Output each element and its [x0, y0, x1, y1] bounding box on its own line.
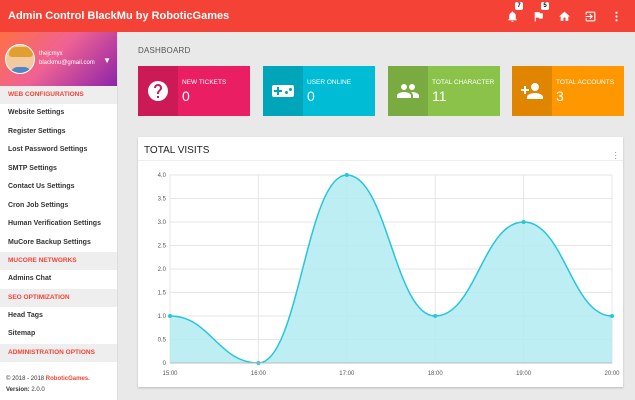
y-tick-label: 1.5	[158, 291, 167, 297]
data-point	[433, 314, 438, 318]
main-content: DASHBOARD NEW TICKETS 0 USER ONLINE 0 TOTA…	[128, 32, 628, 387]
logout-icon[interactable]	[583, 9, 597, 23]
y-tick-label: 3.0	[158, 220, 167, 226]
data-point	[521, 220, 526, 224]
visits-chart: 0 0.5 1.0 1.5 2.0 2.5 3.0 3.5 4.0 15:00 16:00 17:00…	[158, 173, 620, 377]
x-tick-label: 16:00	[251, 371, 267, 377]
sidebar-item-contact-us-settings[interactable]: Contact Us Settings	[0, 178, 117, 197]
y-tick-label: 2.5	[158, 244, 167, 250]
sidebar-item-admins-chat[interactable]: Admins Chat	[0, 270, 117, 289]
stat-value: 0	[307, 87, 315, 104]
help-icon	[138, 66, 178, 116]
chart-title: TOTAL VISITS	[138, 137, 623, 161]
total-visits-card: TOTAL VISITS · · · 0 0.5 1.0 1.5 2.0 2.5 3.0 3.5 4…	[138, 137, 623, 387]
y-tick-label: 0	[163, 361, 167, 367]
sidebar-item-cron-job-settings[interactable]: Cron Job Settings	[0, 197, 117, 216]
menu-section-header: ADMINISTRATION OPTIONS	[0, 343, 117, 362]
brand-title[interactable]: Admin Control BlackMu by RoboticGames	[0, 10, 505, 22]
sidebar-item-smtp-settings[interactable]: SMTP Settings	[0, 160, 117, 179]
user-menu-chevron-icon[interactable]: ▼	[103, 56, 111, 65]
more-vert-icon[interactable]	[609, 9, 623, 23]
y-tick-label: 2.0	[158, 267, 167, 273]
y-tick-label: 0.5	[158, 338, 167, 344]
data-point	[344, 173, 349, 177]
sidebar-menu: WEB CONFIGURATIONS Website Settings Regist…	[0, 86, 117, 362]
footer-version-label: Version:	[6, 387, 30, 393]
menu-section-header: SEO OPTIMIZATION	[0, 288, 117, 307]
flag-icon[interactable]: 5	[531, 2, 549, 23]
user-info: thejcmyx blackmu@gmail.com ▼	[0, 32, 117, 86]
data-point	[610, 314, 614, 318]
notifications-icon[interactable]: 7	[505, 2, 523, 23]
notifications-badge: 7	[515, 2, 523, 10]
user-email: blackmu@gmail.com	[39, 60, 95, 66]
stat-new-tickets[interactable]: NEW TICKETS 0	[138, 66, 250, 116]
home-icon[interactable]	[557, 9, 571, 23]
stat-value: 11	[432, 87, 447, 104]
y-tick-label: 4.0	[158, 173, 167, 179]
top-navbar: Admin Control BlackMu by RoboticGames 7 …	[0, 0, 635, 32]
group-icon	[388, 66, 428, 116]
stat-label: USER ONLINE	[307, 78, 352, 86]
sidebar: thejcmyx blackmu@gmail.com ▼ WEB CONFIGU…	[0, 32, 118, 400]
card-menu-icon[interactable]: · · ·	[614, 149, 617, 163]
avatar	[5, 44, 35, 74]
sidebar-item-lost-password-settings[interactable]: Lost Password Settings	[0, 141, 117, 160]
flags-badge: 5	[541, 2, 549, 10]
page-title: DASHBOARD	[138, 46, 191, 55]
y-tick-label: 1.0	[158, 314, 167, 320]
sidebar-item-sitemap[interactable]: Sitemap	[0, 325, 117, 344]
x-tick-label: 17:00	[339, 371, 355, 377]
stat-value: 3	[556, 87, 564, 104]
sidebar-item-human-verification-settings[interactable]: Human Verification Settings	[0, 215, 117, 234]
footer-company-link[interactable]: RoboticGames.	[46, 376, 90, 382]
stats-row: NEW TICKETS 0 USER ONLINE 0 TOTAL CHARACTE…	[138, 66, 626, 116]
footer-version: 2.0.0	[31, 387, 45, 393]
stat-label: NEW TICKETS	[182, 78, 227, 86]
menu-section-header: WEB CONFIGURATIONS	[0, 86, 117, 104]
data-point	[168, 314, 172, 318]
sidebar-item-head-tags[interactable]: Head Tags	[0, 307, 117, 326]
sidebar-footer: © 2018 - 2018 RoboticGames. Version: 2.0…	[6, 374, 90, 396]
stat-total-character[interactable]: TOTAL CHARACTER 11	[388, 66, 500, 116]
gamepad-icon	[263, 66, 303, 116]
x-tick-label: 18:00	[428, 371, 444, 377]
x-tick-label: 15:00	[162, 371, 178, 377]
footer-copyright: © 2018 - 2018	[6, 376, 45, 382]
sidebar-item-mucore-backup-settings[interactable]: MuCore Backup Settings	[0, 234, 117, 253]
stat-value: 0	[182, 87, 190, 104]
menu-section-header: MUCORE NETWORKS	[0, 252, 117, 270]
stat-user-online[interactable]: USER ONLINE 0	[263, 66, 375, 116]
stat-label: TOTAL ACCOUNTS	[556, 78, 615, 86]
stat-label: TOTAL CHARACTER	[432, 78, 495, 86]
stat-total-accounts[interactable]: TOTAL ACCOUNTS 3	[512, 66, 624, 116]
user-name: thejcmyx	[39, 51, 63, 57]
person-add-icon	[512, 66, 552, 116]
y-tick-label: 3.5	[158, 197, 167, 203]
x-tick-label: 19:00	[516, 371, 532, 377]
sidebar-item-register-settings[interactable]: Register Settings	[0, 123, 117, 142]
x-tick-label: 20:00	[604, 371, 620, 377]
sidebar-item-website-settings[interactable]: Website Settings	[0, 104, 117, 123]
